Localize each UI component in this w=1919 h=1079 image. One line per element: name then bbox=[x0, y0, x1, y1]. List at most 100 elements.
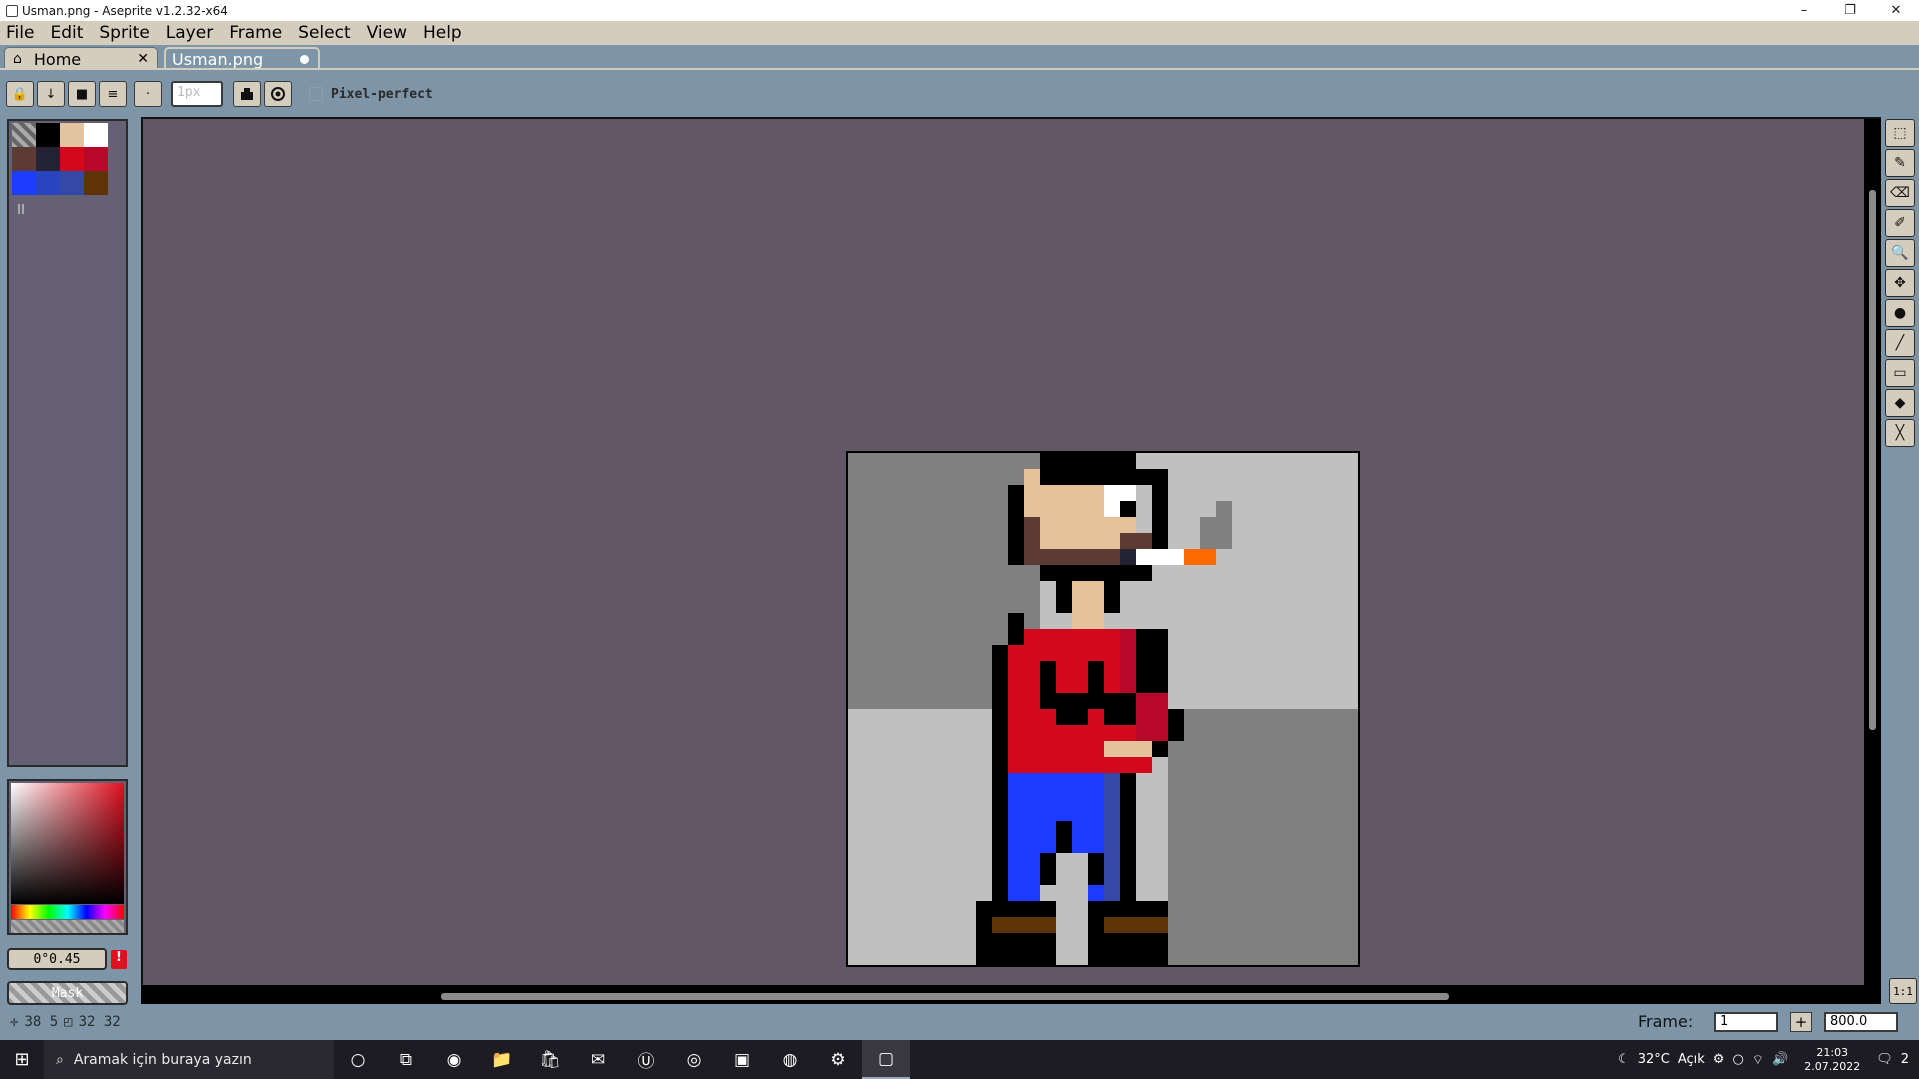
blur-icon[interactable]: ╳ bbox=[1885, 419, 1915, 447]
tray-speaker-icon[interactable]: 🔊 bbox=[1772, 1052, 1788, 1067]
zoom-fit-button[interactable]: 1:1 bbox=[1889, 978, 1917, 1004]
window-controls: – ❐ ✕ bbox=[1781, 0, 1919, 21]
tabs-bar: ⌂ Home ✕ Usman.png bbox=[0, 45, 1919, 70]
zoom-icon[interactable]: 🔍 bbox=[1885, 239, 1915, 267]
chrome-icon[interactable]: ◍ bbox=[766, 1040, 814, 1079]
square-brush-icon[interactable]: ■ bbox=[68, 81, 96, 107]
frame-input[interactable]: 1 bbox=[1714, 1012, 1778, 1032]
window-title: Usman.png - Aseprite v1.2.32-x64 bbox=[22, 3, 228, 18]
unreal-engine-icon[interactable]: Ⓤ bbox=[622, 1040, 670, 1079]
color-palette bbox=[12, 123, 108, 195]
add-frame-button[interactable]: + bbox=[1790, 1012, 1812, 1032]
zoom-input[interactable]: 800.0 bbox=[1824, 1012, 1898, 1032]
tab-usman[interactable]: Usman.png bbox=[164, 47, 320, 70]
menu-edit[interactable]: Edit bbox=[50, 23, 83, 43]
tab-home-label: Home bbox=[33, 49, 82, 69]
mask-button[interactable]: Mask bbox=[7, 981, 128, 1005]
palette-swatch[interactable] bbox=[84, 123, 108, 147]
tool-strip: ⬚ ✎ ⌫ ✐ 🔍 ✥ ● ╱ ▭ ◆ ╳ bbox=[1885, 117, 1917, 447]
tray-circle-icon[interactable]: ○ bbox=[1732, 1052, 1743, 1067]
windows-start-icon[interactable]: ⊞ bbox=[0, 1040, 44, 1079]
opacity-icon[interactable] bbox=[264, 81, 292, 107]
house-icon: ⌂ bbox=[13, 51, 22, 67]
color-value-field[interactable]: 0°0.45 bbox=[7, 948, 107, 970]
menu-select[interactable]: Select bbox=[298, 23, 350, 43]
tab-home[interactable]: ⌂ Home ✕ bbox=[4, 47, 158, 70]
notification-icon[interactable]: 🗨 bbox=[1876, 1052, 1893, 1067]
paint-bucket-icon[interactable]: ● bbox=[1885, 299, 1915, 327]
sprite-canvas[interactable] bbox=[846, 451, 1360, 967]
pixel-perfect-label: Pixel-perfect bbox=[331, 86, 433, 102]
weather-label[interactable]: Açık bbox=[1678, 1052, 1705, 1067]
eraser-icon[interactable]: ⌫ bbox=[1885, 179, 1915, 207]
file-explorer-icon[interactable]: 📁 bbox=[478, 1040, 526, 1079]
windows-taskbar: ⊞ ⌕ Aramak için buraya yazın ○ ⧉ ◉ 📁 🛍 ✉… bbox=[0, 1040, 1919, 1079]
warning-icon[interactable]: ! bbox=[111, 950, 127, 969]
tray-wifi-icon[interactable]: ⌔ bbox=[1752, 1052, 1764, 1068]
aseprite-app-icon bbox=[6, 4, 18, 17]
clock[interactable]: 21:03 2.07.2022 bbox=[1804, 1046, 1860, 1074]
minecraft-icon[interactable]: ▣ bbox=[718, 1040, 766, 1079]
line-icon[interactable]: ╱ bbox=[1885, 329, 1915, 357]
weather-temp[interactable]: 32°C bbox=[1638, 1052, 1670, 1067]
menu-frame[interactable]: Frame bbox=[229, 23, 282, 43]
menu-help[interactable]: Help bbox=[423, 23, 462, 43]
lock-icon[interactable]: 🔒 bbox=[6, 81, 34, 107]
tray-gear-icon[interactable]: ⚙ bbox=[1713, 1052, 1725, 1067]
saturation-value-box[interactable] bbox=[11, 783, 124, 904]
notification-count: 2 bbox=[1900, 1052, 1909, 1067]
menu-layer[interactable]: Layer bbox=[166, 23, 213, 43]
contour-icon[interactable]: ◆ bbox=[1885, 389, 1915, 417]
rectangle-icon[interactable]: ▭ bbox=[1885, 359, 1915, 387]
palette-swatch[interactable] bbox=[36, 147, 60, 171]
palette-swatch[interactable] bbox=[36, 123, 60, 147]
taskbar-search[interactable]: ⌕ Aramak için buraya yazın bbox=[44, 1040, 334, 1079]
alpha-slider[interactable] bbox=[11, 920, 124, 933]
brush-dot-icon[interactable]: · bbox=[134, 81, 162, 107]
palette-swatch[interactable] bbox=[60, 147, 84, 171]
palette-resize-handle[interactable] bbox=[18, 204, 24, 214]
task-view-icon[interactable]: ⧉ bbox=[382, 1040, 430, 1079]
menu-file[interactable]: File bbox=[6, 23, 34, 43]
palette-swatch[interactable] bbox=[36, 171, 60, 195]
palette-swatch[interactable] bbox=[12, 171, 36, 195]
maximize-button[interactable]: ❐ bbox=[1827, 0, 1873, 21]
close-window-button[interactable]: ✕ bbox=[1873, 0, 1919, 21]
move-icon[interactable]: ✥ bbox=[1885, 269, 1915, 297]
close-icon[interactable]: ✕ bbox=[137, 51, 149, 67]
modified-dot-icon[interactable] bbox=[300, 55, 309, 64]
aseprite-taskbar-icon[interactable]: ▢ bbox=[862, 1040, 910, 1079]
palette-swatch[interactable] bbox=[12, 123, 36, 147]
clock-time: 21:03 bbox=[1816, 1045, 1849, 1059]
sprite-image bbox=[848, 453, 1358, 965]
selection-size-icon: ◰ bbox=[64, 1014, 73, 1030]
settings-gear-icon[interactable]: ⚙ bbox=[814, 1040, 862, 1079]
edge-icon[interactable]: ◉ bbox=[430, 1040, 478, 1079]
search-icon: ⌕ bbox=[56, 1051, 64, 1068]
pencil-icon[interactable]: ✎ bbox=[1885, 149, 1915, 177]
menu-lines-icon[interactable]: ≡ bbox=[99, 81, 127, 107]
palette-swatch[interactable] bbox=[84, 147, 108, 171]
palette-panel bbox=[7, 119, 128, 767]
menu-sprite[interactable]: Sprite bbox=[99, 23, 149, 43]
palette-swatch[interactable] bbox=[84, 171, 108, 195]
vertical-scroll-thumb[interactable] bbox=[1869, 190, 1876, 730]
system-tray: ☾ 32°C Açık ⚙ ○ ⌔ 🔊 21:03 2.07.2022 🗨 2 bbox=[1618, 1040, 1919, 1079]
ink-icon[interactable] bbox=[233, 81, 261, 107]
palette-swatch[interactable] bbox=[60, 171, 84, 195]
menu-view[interactable]: View bbox=[367, 23, 407, 43]
blender-icon[interactable]: ◎ bbox=[670, 1040, 718, 1079]
pixel-perfect-checkbox[interactable] bbox=[309, 87, 323, 101]
marquee-icon[interactable]: ⬚ bbox=[1885, 119, 1915, 147]
hue-slider[interactable] bbox=[11, 905, 124, 919]
eyedropper-icon[interactable]: ✐ bbox=[1885, 209, 1915, 237]
palette-swatch[interactable] bbox=[12, 147, 36, 171]
horizontal-scroll-thumb[interactable] bbox=[441, 993, 1449, 1000]
mail-icon[interactable]: ✉ bbox=[574, 1040, 622, 1079]
minimize-button[interactable]: – bbox=[1781, 0, 1827, 21]
palette-swatch[interactable] bbox=[60, 123, 84, 147]
brush-size-input[interactable]: 1px bbox=[171, 81, 223, 107]
store-icon[interactable]: 🛍 bbox=[526, 1040, 574, 1079]
arrow-down-icon[interactable]: ↓ bbox=[37, 81, 65, 107]
cortana-icon[interactable]: ○ bbox=[334, 1040, 382, 1079]
